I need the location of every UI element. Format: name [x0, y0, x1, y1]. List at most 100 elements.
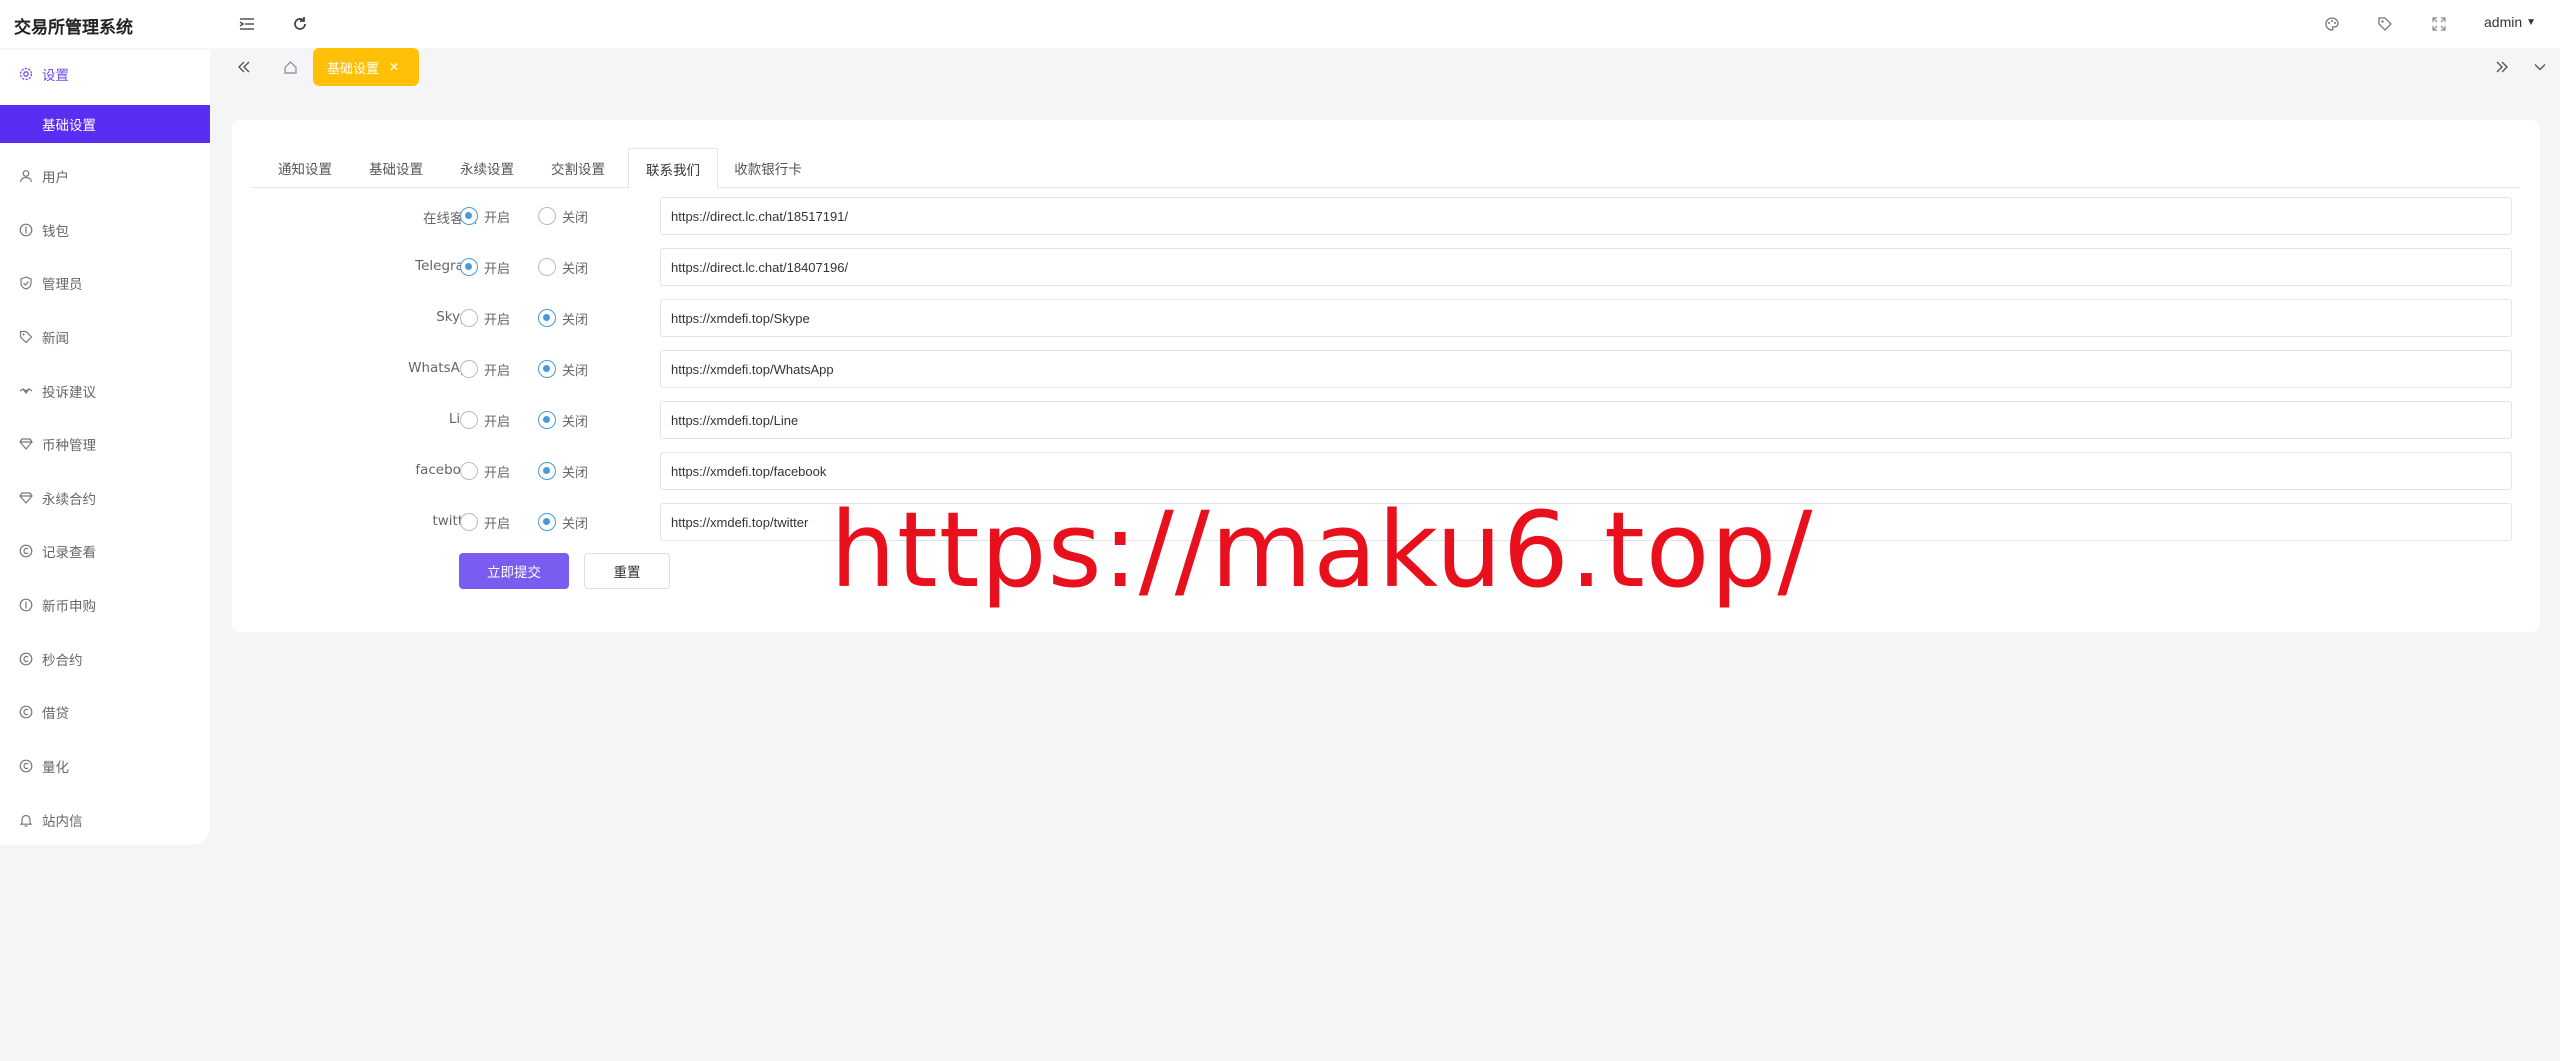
sidebar-item-label: 永续合约: [42, 492, 96, 508]
sidebar-item-quant[interactable]: 量化: [0, 747, 210, 785]
user-icon: [18, 168, 34, 184]
submit-button[interactable]: 立即提交: [459, 553, 569, 589]
double-chevron-left-icon[interactable]: [232, 55, 256, 79]
sidebar-item-settings[interactable]: 设置: [0, 55, 210, 93]
radio-label: 开启: [484, 414, 511, 430]
tab-delivery-settings[interactable]: 交割设置: [532, 148, 624, 188]
sidebar-item-label: 用户: [42, 170, 69, 186]
sidebar-item-basic-settings[interactable]: 基础设置: [0, 105, 210, 143]
radio-disable[interactable]: 关闭: [538, 258, 589, 277]
tab-basic-settings[interactable]: 基础设置: [350, 148, 442, 188]
reset-button[interactable]: 重置: [584, 553, 670, 589]
radio-label: 关闭: [562, 516, 589, 532]
coin-icon: [18, 704, 34, 720]
radio-circle: [460, 360, 478, 378]
sidebar-item-news[interactable]: 新闻: [0, 318, 210, 356]
tab-label: 交割设置: [551, 162, 605, 178]
gear-icon: [18, 66, 34, 82]
tab-label: 通知设置: [278, 162, 332, 178]
contact-url-input[interactable]: [660, 299, 2512, 337]
chevron-down-icon[interactable]: [2528, 55, 2552, 79]
sidebar-item-wallet[interactable]: 钱包: [0, 211, 210, 249]
diamond-icon: [18, 490, 34, 506]
sidebar-item-label: 投诉建议: [42, 385, 96, 401]
sidebar-item-admins[interactable]: 管理员: [0, 264, 210, 302]
radio-label: 关闭: [562, 261, 589, 277]
coin-icon: [18, 597, 34, 613]
caret-down-icon: ▼: [2526, 16, 2537, 28]
tab-contact-us[interactable]: 联系我们: [628, 148, 718, 189]
tag-icon: [18, 329, 34, 345]
tab-label: 收款银行卡: [734, 162, 802, 178]
radio-enable[interactable]: 开启: [460, 360, 510, 379]
settings-card: 通知设置 基础设置 永续设置 交割设置 联系我们 收款银行卡 在线客服 开启 关…: [232, 120, 2540, 632]
radio-label: 关闭: [562, 312, 589, 328]
contact-url-input[interactable]: [660, 452, 2512, 490]
radio-enable[interactable]: 开启: [460, 513, 510, 532]
theme-palette-icon[interactable]: [2320, 12, 2344, 36]
fullscreen-icon[interactable]: [2427, 12, 2451, 36]
radio-enable[interactable]: 开启: [460, 309, 511, 328]
sidebar-item-coin-management[interactable]: 币种管理: [0, 425, 210, 463]
sidebar-item-messages[interactable]: 站内信: [0, 801, 210, 839]
sidebar-item-label: 量化: [42, 760, 69, 776]
menu-collapse-icon[interactable]: [235, 12, 259, 36]
radio-circle: [460, 513, 478, 531]
home-icon[interactable]: [278, 55, 302, 79]
contact-url-input[interactable]: [660, 503, 2512, 541]
bell-icon: [18, 812, 34, 828]
radio-enable[interactable]: 开启: [460, 207, 511, 226]
refresh-icon[interactable]: [288, 12, 312, 36]
sidebar-item-label: 管理员: [42, 277, 83, 293]
tab-notification-settings[interactable]: 通知设置: [260, 148, 350, 188]
contact-url-input[interactable]: [660, 197, 2512, 235]
sidebar-item-records[interactable]: 记录查看: [0, 532, 210, 570]
radio-disable[interactable]: 关闭: [538, 411, 589, 430]
contact-row: WhatsApp 开启 关闭: [232, 350, 2540, 388]
radio-enable[interactable]: 开启: [460, 462, 510, 481]
contact-url-input[interactable]: [660, 401, 2512, 439]
close-icon[interactable]: ✕: [389, 60, 399, 74]
sidebar-item-label: 记录查看: [42, 545, 96, 561]
contact-row: Telegram 开启 关闭: [232, 248, 2540, 286]
radio-label: 开启: [484, 312, 511, 328]
tab-bank-card[interactable]: 收款银行卡: [718, 148, 818, 188]
contact-url-input[interactable]: [660, 350, 2512, 388]
radio-disable[interactable]: 关闭: [538, 309, 589, 328]
radio-circle: [538, 309, 556, 327]
radio-enable[interactable]: 开启: [460, 258, 511, 277]
sidebar-item-label: 币种管理: [42, 438, 96, 454]
sidebar-item-feedback[interactable]: 投诉建议: [0, 372, 210, 410]
contact-url-input[interactable]: [660, 248, 2512, 286]
radio-disable[interactable]: 关闭: [538, 207, 588, 226]
double-chevron-right-icon[interactable]: [2490, 55, 2514, 79]
contact-row: facebook 开启 关闭: [232, 452, 2540, 490]
radio-label: 关闭: [562, 414, 589, 430]
diamond-icon: [18, 436, 34, 452]
radio-circle: [538, 207, 556, 225]
sidebar-item-label: 秒合约: [42, 653, 83, 669]
sidebar-item-label: 站内信: [42, 814, 83, 830]
coin-icon: [18, 758, 34, 774]
wallet-icon: [18, 222, 34, 238]
radio-circle: [538, 462, 556, 480]
radio-enable[interactable]: 开启: [460, 411, 511, 430]
radio-label: 开启: [484, 261, 511, 277]
radio-disable[interactable]: 关闭: [538, 360, 588, 379]
tag-icon[interactable]: [2373, 12, 2397, 36]
radio-circle: [538, 360, 556, 378]
user-menu[interactable]: admin ▼: [2484, 14, 2536, 30]
radio-disable[interactable]: 关闭: [538, 462, 588, 481]
radio-circle: [538, 513, 556, 531]
sidebar-item-users[interactable]: 用户: [0, 157, 210, 195]
radio-label: 开启: [484, 210, 511, 226]
shield-icon: [18, 275, 34, 291]
tag-basic-settings[interactable]: 基础设置 ✕: [313, 48, 419, 86]
sidebar-item-loan[interactable]: 借贷: [0, 693, 210, 731]
sidebar-item-second-contract[interactable]: 秒合约: [0, 640, 210, 678]
tab-perpetual-settings[interactable]: 永续设置: [442, 148, 532, 188]
sidebar-item-ipo[interactable]: 新币申购: [0, 586, 210, 624]
radio-disable[interactable]: 关闭: [538, 513, 589, 532]
radio-circle: [460, 411, 478, 429]
sidebar-item-perpetual[interactable]: 永续合约: [0, 479, 210, 517]
